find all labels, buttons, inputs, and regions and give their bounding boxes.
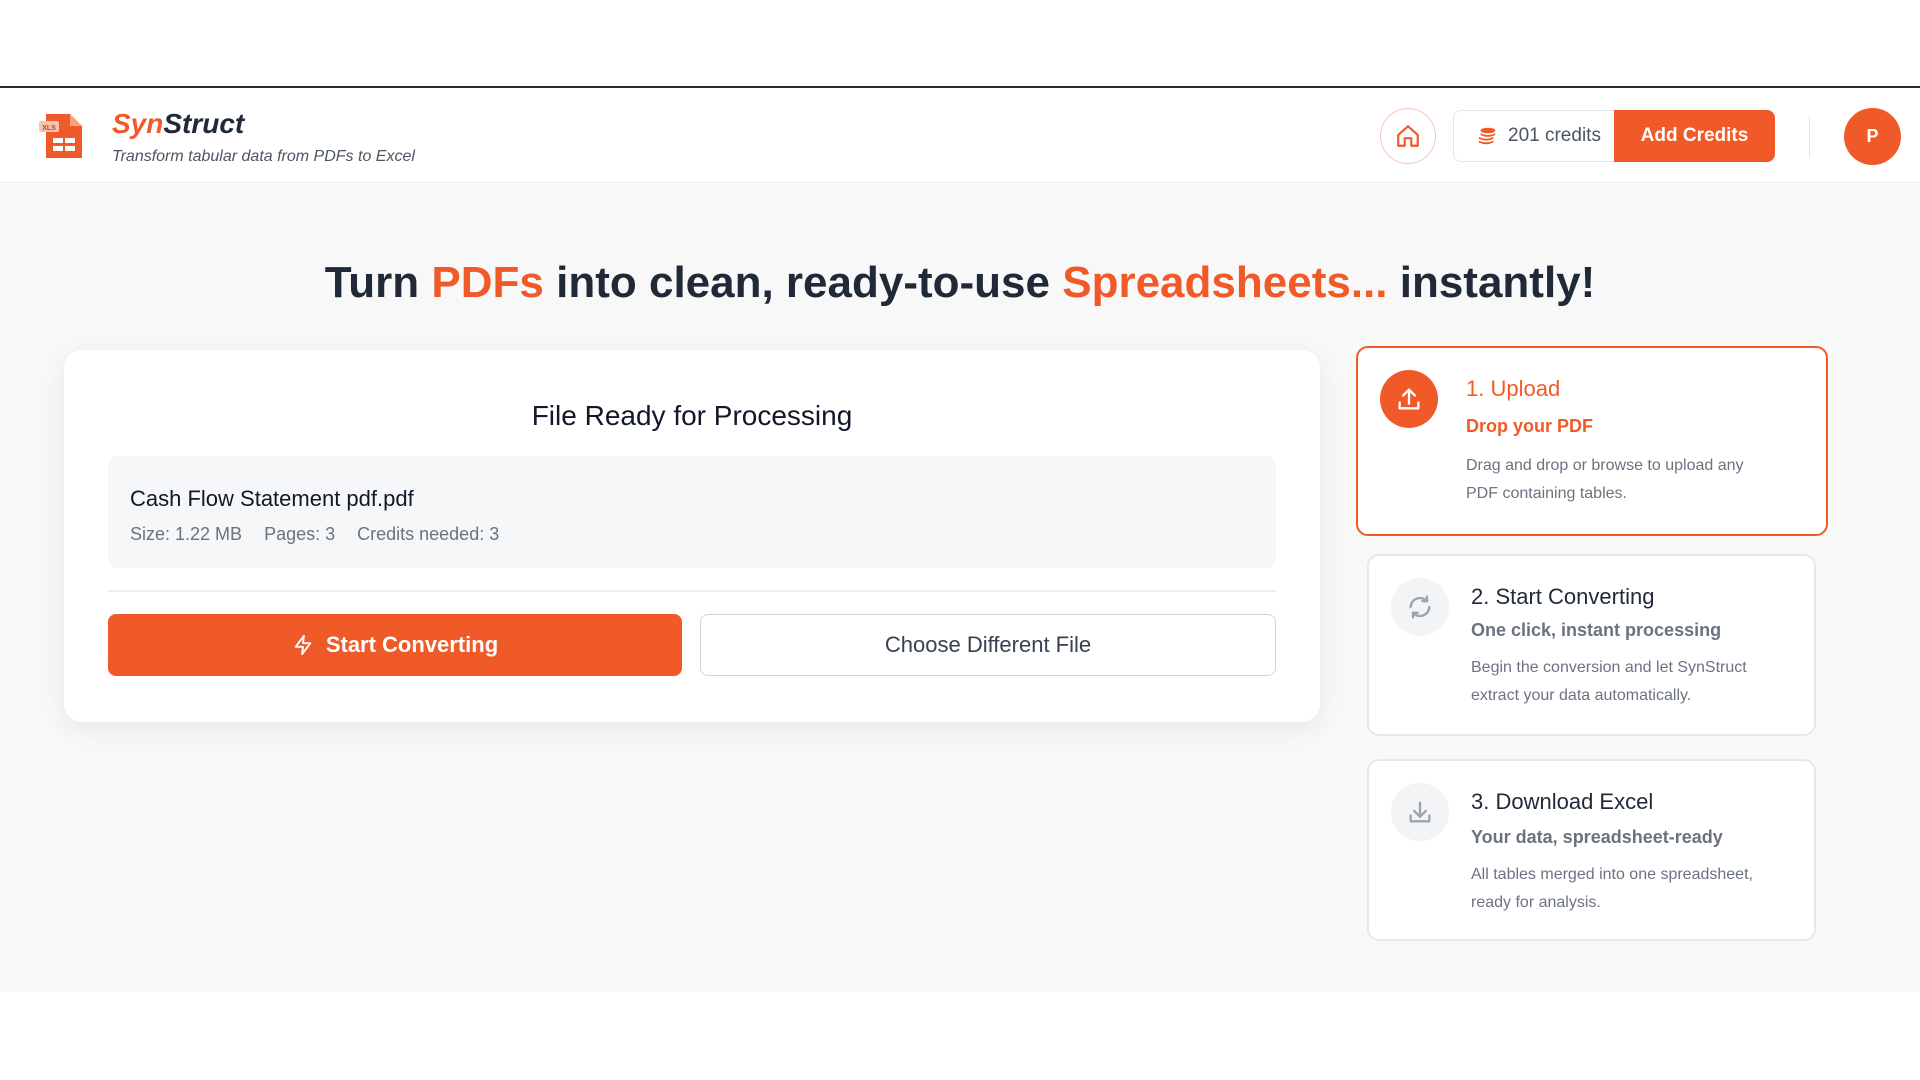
logo-icon[interactable]: XLS (36, 110, 88, 162)
step-upload-card: 1. Upload Drop your PDF Drag and drop or… (1356, 346, 1828, 536)
coins-icon (1478, 127, 1496, 145)
hero-heading: Turn PDFs into clean, ready-to-use Sprea… (0, 258, 1920, 308)
file-size: Size: 1.22 MB (130, 524, 243, 544)
hero-accent-1: PDFs (431, 258, 544, 307)
hero-text-3: instantly! (1387, 258, 1596, 307)
file-card: File Ready for Processing Cash Flow Stat… (64, 350, 1320, 722)
logo-badge-text: XLS (42, 125, 56, 132)
step-description: Begin the conversion and let SynStruct e… (1471, 654, 1747, 710)
step-title: 1. Upload (1466, 376, 1561, 401)
step-description-line: Begin the conversion and let SynStruct (1471, 659, 1747, 676)
credits-count: 201 credits (1508, 125, 1601, 146)
user-avatar[interactable]: P (1844, 108, 1901, 165)
step-description-line: ready for analysis. (1471, 894, 1601, 911)
brand-name[interactable]: SynStruct (112, 108, 244, 140)
card-divider (108, 590, 1276, 592)
file-meta: Size: 1.22 MB Pages: 3 Credits needed: 3 (130, 524, 499, 545)
app-header: XLS SynStruct Transform tabular data fro… (0, 88, 1920, 183)
lightning-icon (294, 634, 312, 656)
add-credits-button[interactable]: Add Credits (1614, 110, 1775, 162)
step-download-card: 3. Download Excel Your data, spreadsheet… (1367, 759, 1816, 941)
refresh-icon (1391, 578, 1449, 636)
step-description-line: Drag and drop or browse to upload any (1466, 457, 1744, 474)
card-title: File Ready for Processing (531, 400, 853, 431)
step-subtitle: One click, instant processing (1471, 620, 1722, 640)
header-divider (1809, 116, 1810, 158)
upload-icon (1380, 370, 1438, 428)
step-description: Drag and drop or browse to upload any PD… (1466, 452, 1744, 508)
step-description-line: extract your data automatically. (1471, 687, 1692, 704)
step-title: 3. Download Excel (1471, 789, 1654, 814)
brand-tagline: Transform tabular data from PDFs to Exce… (112, 148, 415, 165)
step-title: 2. Start Converting (1471, 584, 1655, 609)
download-icon (1391, 783, 1449, 841)
start-converting-label: Start Converting (325, 632, 499, 657)
brand-name-part1: Syn (112, 108, 164, 139)
step-subtitle: Your data, spreadsheet-ready (1471, 827, 1723, 847)
home-icon (1397, 125, 1419, 147)
start-converting-button[interactable]: Start Converting (108, 614, 682, 676)
file-credits-needed: Credits needed: 3 (357, 524, 500, 544)
file-name: Cash Flow Statement pdf.pdf (130, 486, 414, 511)
step-subtitle: Drop your PDF (1466, 416, 1594, 436)
choose-different-file-button[interactable]: Choose Different File (700, 614, 1276, 676)
brand-name-part2: Struct (163, 108, 245, 139)
file-info-box: Cash Flow Statement pdf.pdf Size: 1.22 M… (108, 456, 1276, 568)
step-description: All tables merged into one spreadsheet, … (1471, 861, 1753, 917)
step-description-line: PDF containing tables. (1466, 485, 1627, 502)
file-pages: Pages: 3 (264, 524, 336, 544)
credits-display: 201 credits (1453, 110, 1615, 162)
hero-text-1: Turn (324, 258, 432, 307)
main-content: Turn PDFs into clean, ready-to-use Sprea… (0, 184, 1920, 992)
home-button[interactable] (1380, 108, 1436, 164)
hero-text-2: into clean, ready-to-use (543, 258, 1063, 307)
step-convert-card: 2. Start Converting One click, instant p… (1367, 554, 1816, 736)
hero-accent-2: Spreadsheets... (1062, 258, 1388, 307)
step-description-line: All tables merged into one spreadsheet, (1471, 866, 1753, 883)
